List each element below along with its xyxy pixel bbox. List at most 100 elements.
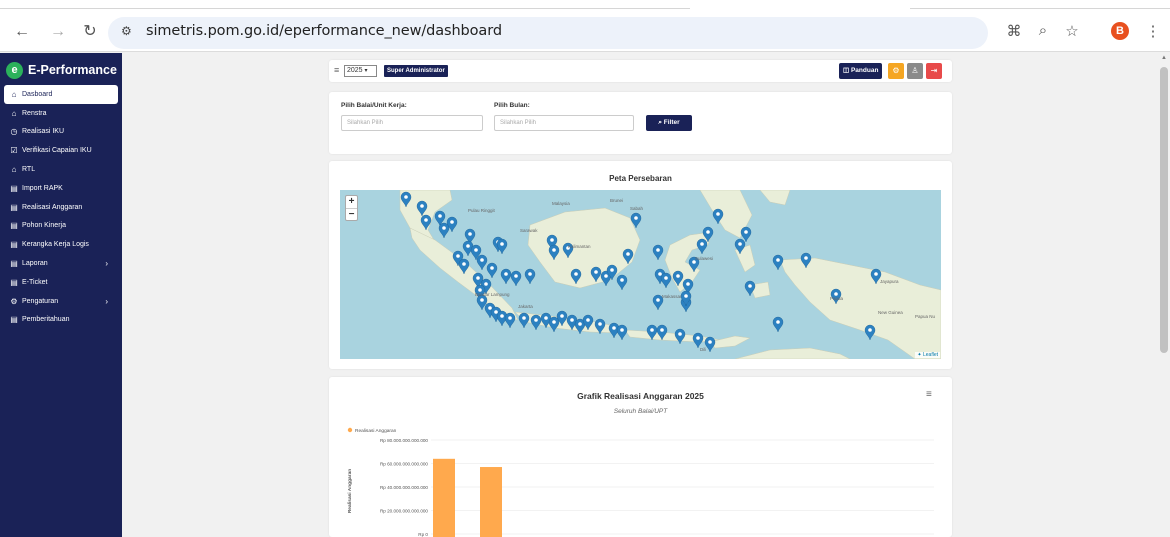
- sidebar-item-label: Verifikasi Capaian IKU: [22, 147, 92, 155]
- database-icon: ▤: [10, 202, 18, 212]
- database-icon: ▤: [10, 277, 18, 287]
- map-label: Sulawesi: [695, 256, 713, 261]
- bulan-select[interactable]: Silahkan Pilih: [494, 115, 634, 131]
- map-marker-icon[interactable]: [660, 272, 672, 289]
- chart-bar[interactable]: [480, 467, 502, 537]
- map-marker-icon[interactable]: [496, 238, 508, 255]
- sidebar-item-label: Pohon Kinerja: [22, 222, 66, 230]
- sidebar-item-laporan[interactable]: ▤ Laporan ›: [4, 254, 118, 273]
- y-tick-label: Rp 60.000.000.000.000: [380, 462, 428, 467]
- map-marker-icon[interactable]: [772, 316, 784, 333]
- topbar: ≡ 2025 ▾ Super Administrator ◫ Panduan ⚙…: [329, 60, 952, 82]
- map-canvas[interactable]: Pulau Ringgit Malaysia Brunei Sabah Sara…: [340, 190, 941, 359]
- map-marker-icon[interactable]: [530, 314, 542, 331]
- map-marker-icon[interactable]: [704, 336, 716, 353]
- sidebar-item-verifikasi-capaian-iku[interactable]: ☑ Verifikasi Capaian IKU: [4, 141, 118, 160]
- sidebar-item-renstra[interactable]: ⌂ Renstra: [4, 104, 118, 123]
- map-marker-icon[interactable]: [772, 254, 784, 271]
- map-label: Pulau Ringgit: [468, 208, 496, 213]
- sidebar-item-pemberitahuan[interactable]: ▤ Pemberitahuan: [4, 311, 118, 330]
- sidebar-item-dasboard[interactable]: ⌂ Dasboard: [4, 85, 118, 104]
- legend-swatch[interactable]: [347, 427, 353, 433]
- map-marker-icon[interactable]: [616, 274, 628, 291]
- map-marker-icon[interactable]: [438, 222, 450, 239]
- sidebar: e E-Performance ⌂ Dasboard ⌂ Renstra ◷ Realis…: [0, 53, 122, 537]
- y-tick-label: Rp 80.000.000.000.000: [380, 438, 428, 443]
- map-marker-icon[interactable]: [510, 270, 522, 287]
- gear-icon: ⚙: [10, 296, 18, 306]
- y-tick-label: Rp 40.000.000.000.000: [380, 485, 428, 490]
- map-marker-icon[interactable]: [476, 254, 488, 271]
- back-arrow-icon[interactable]: ←: [12, 22, 32, 42]
- scroll-up-icon[interactable]: ▲: [1161, 55, 1167, 61]
- sidebar-item-label: RTL: [22, 166, 36, 174]
- map-marker-icon[interactable]: [548, 316, 560, 333]
- year-select-value: 2025: [347, 67, 363, 74]
- map-marker-icon[interactable]: [652, 244, 664, 261]
- y-tick-label: Rp 0: [418, 532, 428, 537]
- year-select[interactable]: 2025 ▾: [344, 65, 377, 77]
- translate-icon[interactable]: ⌘: [1004, 22, 1024, 40]
- logout-button[interactable]: ⇥: [926, 63, 942, 79]
- chrome-menu-icon[interactable]: ⋮: [1143, 22, 1163, 40]
- map-marker-icon[interactable]: [692, 332, 704, 349]
- map-card: Peta Persebaran Pulau Ringgit Malaysia B…: [329, 161, 952, 369]
- map-marker-icon[interactable]: [504, 312, 516, 329]
- sidebar-item-pengaturan[interactable]: ⚙ Pengaturan ›: [4, 292, 118, 311]
- profile-avatar[interactable]: B: [1111, 22, 1129, 40]
- map-label: Jayapura: [880, 279, 899, 284]
- map-marker-icon[interactable]: [500, 268, 512, 285]
- forward-arrow-icon[interactable]: →: [48, 22, 68, 42]
- chart-bar[interactable]: [433, 458, 455, 537]
- legend-label[interactable]: Realisasi Anggaran: [355, 428, 397, 434]
- zoom-out-button[interactable]: −: [346, 208, 357, 220]
- leaflet-attribution-text: Leaflet: [922, 352, 938, 358]
- map-label: Brunei: [610, 198, 623, 203]
- map-label: Papua Nu: [915, 314, 936, 319]
- map-marker-icon[interactable]: [524, 268, 536, 285]
- scroll-thumb[interactable]: [1160, 67, 1168, 353]
- sidebar-item-kerangka-kerja-logis[interactable]: ▤ Kerangka Kerja Logis: [4, 235, 118, 254]
- map-marker-icon[interactable]: [616, 324, 628, 341]
- sidebar-item-label: Kerangka Kerja Logis: [22, 241, 89, 249]
- hamburger-icon[interactable]: ≡: [334, 65, 339, 75]
- map-label: Papua: [830, 296, 844, 301]
- site-info-icon[interactable]: ⚙: [121, 24, 132, 38]
- page-scrollbar[interactable]: ▲: [1158, 53, 1170, 537]
- budget-chart: Realisasi Anggaran Rp 80.000.000.000.000…: [347, 427, 934, 537]
- database-icon: ▤: [10, 315, 18, 325]
- map-marker-icon[interactable]: [518, 312, 530, 329]
- sidebar-item-realisasi-iku[interactable]: ◷ Realisasi IKU: [4, 123, 118, 142]
- bookmark-star-icon[interactable]: ☆: [1062, 22, 1082, 40]
- map-marker-icon[interactable]: [486, 262, 498, 279]
- settings-button[interactable]: ⚙: [888, 63, 904, 79]
- filter-button[interactable]: ⌕ Filter: [646, 115, 692, 131]
- filter-card: Pilih Balai/Unit Kerja: Silahkan Pilih P…: [329, 92, 952, 154]
- user-icon: ♙: [911, 66, 919, 75]
- url-text[interactable]: simetris.pom.go.id/eperformance_new/dash…: [146, 23, 502, 39]
- map-label: Jakarta: [518, 304, 533, 309]
- balai-select[interactable]: Silahkan Pilih: [341, 115, 483, 131]
- map-label: Sabah: [630, 206, 644, 211]
- tab-strip-line: [0, 8, 690, 9]
- distribution-map[interactable]: Pulau Ringgit Malaysia Brunei Sabah Sara…: [340, 190, 941, 359]
- map-marker-icon[interactable]: [864, 324, 876, 341]
- filter-button-label: Filter: [663, 119, 680, 126]
- sidebar-item-import-rapk[interactable]: ▤ Import RAPK: [4, 179, 118, 198]
- brand[interactable]: e E-Performance: [6, 59, 117, 81]
- panduan-button[interactable]: ◫ Panduan: [839, 63, 883, 79]
- sidebar-item-label: E-Ticket: [22, 278, 48, 286]
- zoom-icon[interactable]: ⌕: [1033, 22, 1053, 39]
- zoom-in-button[interactable]: +: [346, 196, 357, 208]
- reload-icon[interactable]: ↻: [80, 22, 100, 42]
- map-marker-icon[interactable]: [696, 238, 708, 255]
- sidebar-item-rtl[interactable]: ⌂ RTL: [4, 160, 118, 179]
- sidebar-item-pohon-kinerja[interactable]: ▤ Pohon Kinerja: [4, 217, 118, 236]
- map-marker-icon[interactable]: [674, 328, 686, 345]
- sidebar-item-e-ticket[interactable]: ▤ E-Ticket: [4, 273, 118, 292]
- leaflet-attribution[interactable]: ✦ Leaflet: [915, 352, 940, 358]
- map-label: Sarawak: [520, 228, 538, 233]
- browser-chrome: ← → ↻ ⚙ simetris.pom.go.id/eperformance_…: [0, 0, 1170, 52]
- sidebar-item-realisasi-anggaran[interactable]: ▤ Realisasi Anggaran: [4, 198, 118, 217]
- user-button[interactable]: ♙: [907, 63, 923, 79]
